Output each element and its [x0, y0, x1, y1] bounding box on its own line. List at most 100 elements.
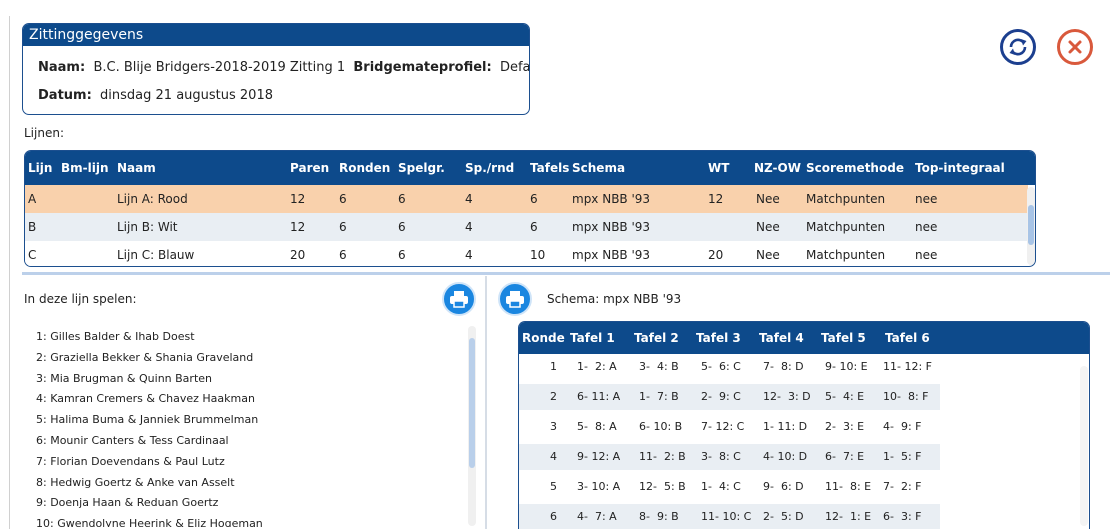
close-icon: [1068, 40, 1082, 54]
schema-label: Schema: mpx NBB '93: [547, 292, 682, 306]
cell-sprnd: 4: [465, 220, 473, 234]
left-border: [9, 16, 10, 529]
list-item[interactable]: 10: Gwendolyne Heerink & Eliz Hogeman: [36, 517, 456, 527]
list-item[interactable]: 8: Hedwig Goertz & Anke van Asselt: [36, 476, 456, 497]
cell-scoremethode: Matchpunten: [806, 220, 886, 234]
cell-ronde: 3: [550, 420, 557, 433]
list-item[interactable]: 2: Graziella Bekker & Shania Graveland: [36, 351, 456, 372]
col-naam[interactable]: Naam: [117, 161, 156, 175]
lines-table: Lijn Bm-lijn Naam Paren Ronden Spelgr. S…: [24, 150, 1036, 267]
list-item[interactable]: 3: Mia Brugman & Quinn Barten: [36, 372, 456, 393]
cell-tafel: 7- 12: C: [701, 420, 745, 433]
cell-tafel: 2- 3: E: [825, 420, 865, 433]
list-item[interactable]: 9: Doenja Haan & Reduan Goertz: [36, 496, 456, 517]
list-item[interactable]: 7: Florian Doevendans & Paul Lutz: [36, 455, 456, 476]
cell-tafel: 12- 3: D: [763, 390, 811, 403]
cell-tafel: 4- 9: F: [883, 420, 922, 433]
col-tafels[interactable]: Tafels: [530, 161, 569, 175]
col-nzow[interactable]: NZ-OW: [754, 161, 801, 175]
vertical-splitter[interactable]: [485, 276, 487, 529]
close-button[interactable]: [1057, 29, 1093, 65]
col-sprnd[interactable]: Sp./rnd: [465, 161, 514, 175]
cell-paren: 12: [290, 192, 306, 206]
list-item[interactable]: 4: Kamran Cremers & Chavez Haakman: [36, 392, 456, 413]
cell-tafel: 11- 2: B: [639, 450, 686, 463]
col-top-integraal[interactable]: Top-integraal: [915, 161, 1005, 175]
cell-tafels: 10: [530, 248, 546, 262]
col-schema[interactable]: Schema: [572, 161, 625, 175]
cell-nzow: Nee: [756, 220, 780, 234]
refresh-button[interactable]: [1000, 29, 1036, 65]
list-item[interactable]: 6: Mounir Canters & Tess Cardinaal: [36, 434, 456, 455]
players-scrollbar-thumb[interactable]: [469, 338, 475, 468]
cell-tafel: 9- 6: D: [763, 480, 804, 493]
cell-tafel: 4- 7: A: [577, 510, 617, 523]
schema-scrollbar[interactable]: [1080, 366, 1088, 526]
cell-schema: mpx NBB '93: [572, 248, 651, 262]
cell-spelgr: 6: [398, 192, 406, 206]
cell-lijn: A: [28, 192, 37, 206]
cell-tafel: 9- 12: A: [577, 450, 621, 463]
cell-tafels: 6: [530, 220, 538, 234]
col-tafel-1: Tafel 1: [570, 331, 615, 345]
col-tafel-3: Tafel 3: [696, 331, 741, 345]
col-tafel-2: Tafel 2: [634, 331, 679, 345]
col-paren[interactable]: Paren: [290, 161, 329, 175]
lines-scrollbar[interactable]: [1027, 187, 1035, 265]
schema-table: Ronde Tafel 1 Tafel 2 Tafel 3 Tafel 4 Ta…: [518, 321, 1090, 529]
cell-tafel: 10- 8: F: [883, 390, 929, 403]
cell-tafel: 5- 8: A: [577, 420, 617, 433]
cell-tafel: 6- 10: B: [639, 420, 683, 433]
col-ronden[interactable]: Ronden: [339, 161, 390, 175]
cell-tafel: 1- 4: C: [701, 480, 741, 493]
list-item[interactable]: 1: Gilles Balder & Ihab Doest: [36, 330, 456, 351]
cell-tafel: 8- 9: B: [639, 510, 679, 523]
col-wt[interactable]: WT: [708, 161, 729, 175]
cell-schema: mpx NBB '93: [572, 192, 651, 206]
cell-tafel: 1- 5: F: [883, 450, 922, 463]
lines-label: Lijnen:: [24, 126, 64, 140]
col-spelgr[interactable]: Spelgr.: [398, 161, 445, 175]
table-row[interactable]: A Lijn A: Rood 12 6 6 4 6 mpx NBB '93 12…: [25, 185, 1028, 213]
cell-tafel: 1- 7: B: [639, 390, 679, 403]
cell-tafel: 3- 4: B: [639, 360, 679, 373]
table-row: 6 4- 7: A 8- 9: B 11- 10: C 2- 5: D 12- …: [519, 504, 940, 529]
cell-nzow: Nee: [756, 248, 780, 262]
session-panel: Zittinggegevens Naam: B.C. Blije Bridger…: [22, 23, 530, 115]
cell-ronde: 1: [550, 360, 557, 373]
cell-lijn: B: [28, 220, 37, 234]
print-players-button[interactable]: [442, 282, 476, 316]
table-row: 5 3- 10: A 12- 5: B 1- 4: C 9- 6: D 11- …: [519, 474, 940, 500]
cell-ronde: 2: [550, 390, 557, 403]
cell-tafel: 6- 7: E: [825, 450, 865, 463]
cell-tafel: 11- 8: E: [825, 480, 872, 493]
cell-tafel: 5- 4: E: [825, 390, 865, 403]
table-row[interactable]: B Lijn B: Wit 12 6 6 4 6 mpx NBB '93 Nee…: [25, 213, 1028, 241]
list-item[interactable]: 5: Halima Buma & Janniek Brummelman: [36, 413, 456, 434]
cell-paren: 20: [290, 248, 306, 262]
col-bm-lijn[interactable]: Bm-lijn: [61, 161, 109, 175]
cell-tafel: 5- 6: C: [701, 360, 741, 373]
cell-tafel: 1- 11: D: [763, 420, 808, 433]
horizontal-splitter[interactable]: [22, 272, 1110, 275]
table-row: 3 5- 8: A 6- 10: B 7- 12: C 1- 11: D 2- …: [519, 414, 940, 440]
cell-tafel: 3- 10: A: [577, 480, 621, 493]
cell-naam: Lijn B: Wit: [117, 220, 178, 234]
table-row: 2 6- 11: A 1- 7: B 2- 9: C 12- 3: D 5- 4…: [519, 384, 940, 410]
cell-scoremethode: Matchpunten: [806, 248, 886, 262]
col-ronde: Ronde: [522, 331, 565, 345]
cell-ronden: 6: [339, 248, 347, 262]
col-scoremethode[interactable]: Scoremethode: [806, 161, 904, 175]
session-name-row: Naam: B.C. Blije Bridgers-2018-2019 Zitt…: [38, 60, 529, 75]
session-date-row: Datum: dinsdag 21 augustus 2018: [38, 88, 273, 103]
cell-tafel: 2- 5: D: [763, 510, 804, 523]
table-row[interactable]: C Lijn C: Blauw 20 6 6 4 10 mpx NBB '93 …: [25, 241, 1028, 266]
table-row: 1 1- 2: A 3- 4: B 5- 6: C 7- 8: D 9- 10:…: [519, 354, 940, 380]
col-lijn[interactable]: Lijn: [28, 161, 52, 175]
print-schema-button[interactable]: [498, 282, 532, 316]
cell-tafel: 6- 3: F: [883, 510, 922, 523]
players-scrollbar[interactable]: [468, 326, 476, 526]
cell-sprnd: 4: [465, 248, 473, 262]
lines-scrollbar-thumb[interactable]: [1028, 205, 1034, 245]
cell-spelgr: 6: [398, 248, 406, 262]
